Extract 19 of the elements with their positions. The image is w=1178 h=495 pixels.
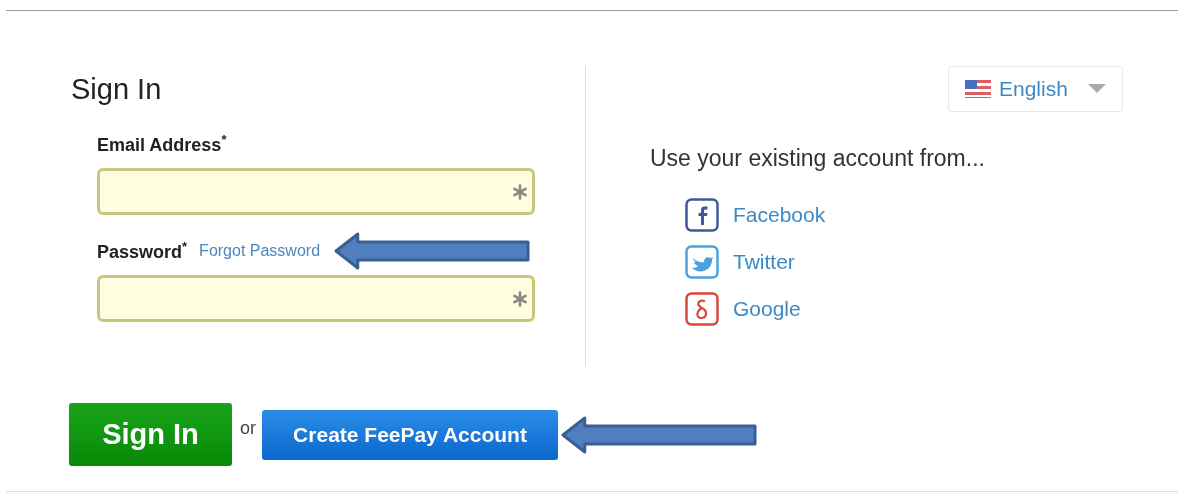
facebook-icon [685, 198, 719, 232]
or-text: or [240, 418, 256, 439]
social-login-link[interactable]: Facebook [685, 198, 826, 232]
input-field[interactable] [97, 168, 535, 215]
flag-icon [965, 80, 991, 98]
social-heading: Use your existing account from... [650, 145, 986, 172]
input-field[interactable] [97, 275, 535, 322]
forgot-password-link[interactable]: Forgot Password [199, 242, 321, 260]
language-dropdown[interactable]: English [948, 66, 1123, 112]
google-icon [685, 292, 719, 326]
sign-in-button[interactable]: Sign In [69, 403, 232, 466]
caret-icon [1087, 84, 1106, 94]
social-login-link[interactable]: Google [685, 292, 801, 326]
bird-icon [685, 245, 719, 279]
create-account-button[interactable]: Create FeePay Account [262, 409, 558, 460]
field-label: Email Address$^{*}$ [97, 132, 227, 156]
field-label: Password$^{*}$ [97, 239, 188, 263]
page-title: Sign In [71, 73, 163, 106]
social-login-link[interactable]: Twitter [685, 245, 795, 279]
